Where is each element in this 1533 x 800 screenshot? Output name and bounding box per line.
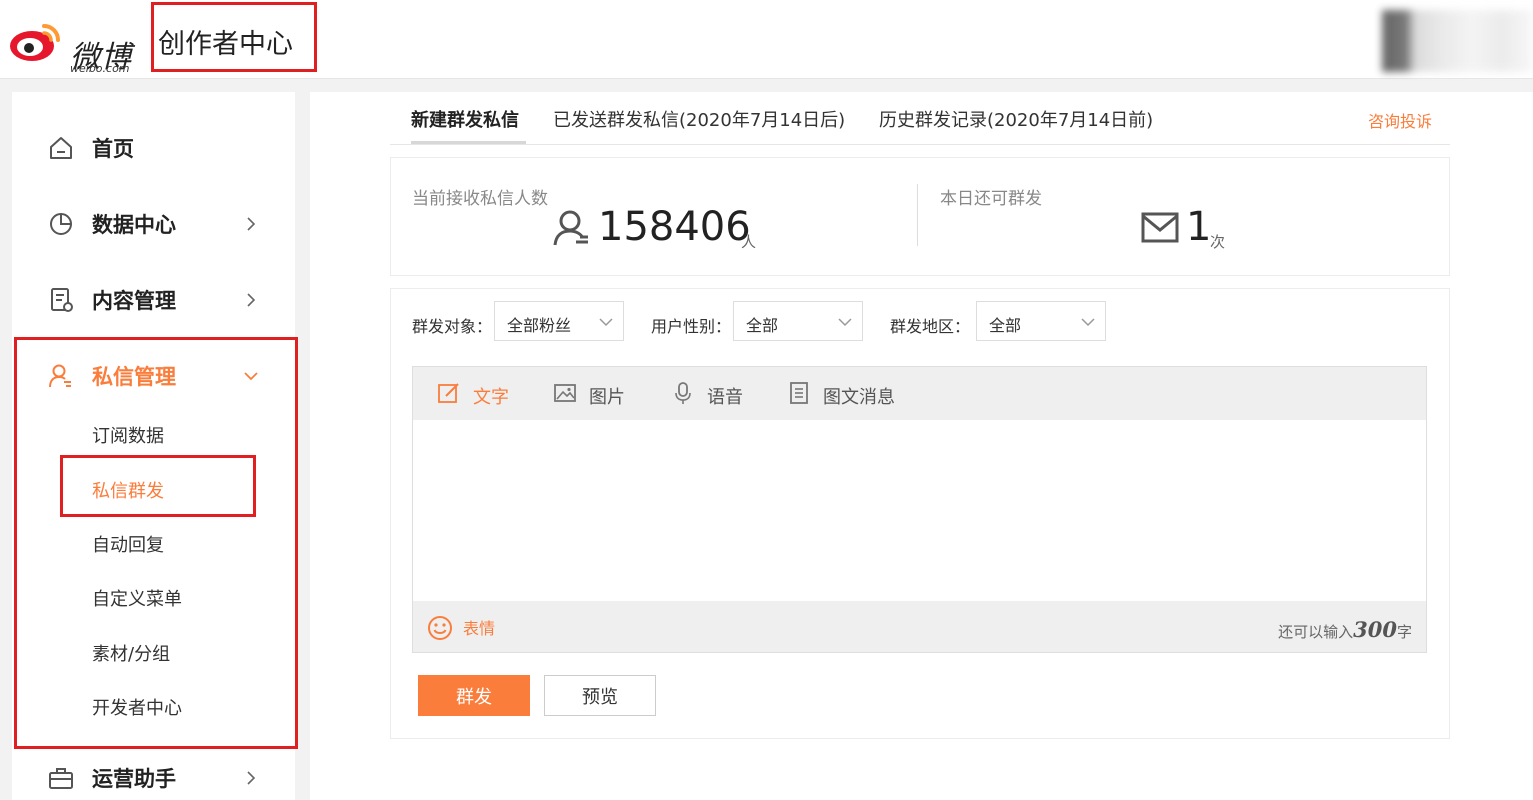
chevron-down-icon	[1081, 318, 1095, 327]
complain-link[interactable]: 咨询投诉	[1368, 108, 1432, 132]
chevron-right-icon	[247, 217, 256, 231]
weibo-logo[interactable]: 微博 weibo.com	[8, 14, 138, 75]
sidebar-item-label: 首页	[92, 137, 134, 161]
send-button[interactable]: 群发	[418, 675, 530, 716]
emoji-label: 表情	[463, 619, 496, 638]
article-icon	[790, 382, 808, 404]
stats-card	[390, 157, 1450, 276]
mail-icon	[1141, 212, 1179, 243]
message-editor: 文字 图片 语音 图文消息 表情 还可以输入300字	[412, 366, 1427, 653]
sidebar-item-operation-assistant[interactable]: 运营助手	[12, 756, 295, 800]
microphone-icon	[675, 382, 691, 404]
home-icon	[50, 137, 72, 159]
sidebar-subitem-custom-menu[interactable]: 自定义菜单	[92, 585, 182, 611]
region-select-value: 全部	[989, 316, 1022, 335]
active-tab-indicator	[411, 141, 526, 144]
tool-voice-label: 语音	[707, 387, 743, 408]
sidebar-subitem-mass-message[interactable]: 私信群发	[92, 477, 164, 503]
user-icon	[553, 210, 588, 246]
char-counter: 还可以输入300字	[1278, 617, 1412, 642]
sidebar-item-label: 内容管理	[92, 289, 176, 313]
receivers-label: 当前接收私信人数	[412, 189, 548, 209]
gender-select-value: 全部	[746, 316, 779, 335]
tab-bar: 新建群发私信 已发送群发私信(2020年7月14日后) 历史群发记录(2020年…	[390, 96, 1450, 145]
sidebar-subitem-auto-reply[interactable]: 自动回复	[92, 531, 164, 557]
tab-new-mass-message[interactable]: 新建群发私信	[411, 106, 519, 132]
sidebar-item-label: 运营助手	[92, 767, 176, 791]
remaining-label: 本日还可群发	[940, 189, 1042, 209]
stats-divider	[917, 184, 918, 246]
chevron-down-icon	[244, 372, 258, 381]
tab-history-records[interactable]: 历史群发记录(2020年7月14日前)	[879, 106, 1153, 132]
char-counter-prefix: 还可以输入	[1278, 623, 1354, 641]
chevron-right-icon	[247, 771, 256, 785]
char-counter-value: 300	[1353, 617, 1397, 642]
chevron-down-icon	[599, 318, 613, 327]
image-icon	[554, 384, 576, 402]
tool-article-label: 图文消息	[823, 387, 895, 408]
sidebar-item-label: 数据中心	[92, 213, 176, 237]
tool-image-label: 图片	[589, 387, 625, 408]
gender-select[interactable]: 全部	[733, 301, 863, 341]
sidebar-item-label: 私信管理	[92, 365, 176, 389]
editor-toolbar: 文字 图片 语音 图文消息	[413, 367, 1426, 420]
sidebar: 首页 数据中心 内容管理 私信管理 订阅数据 私信群发 自动回复 自定义菜单 素…	[12, 92, 295, 800]
briefcase-icon	[49, 768, 73, 789]
target-select[interactable]: 全部粉丝	[494, 301, 624, 341]
chevron-right-icon	[247, 293, 256, 307]
char-counter-suffix: 字	[1396, 623, 1412, 641]
avatar[interactable]	[1382, 10, 1532, 72]
remaining-unit: 次	[1210, 233, 1226, 251]
region-label: 群发地区：	[890, 317, 971, 336]
sidebar-item-home[interactable]: 首页	[12, 126, 295, 170]
sidebar-item-content[interactable]: 内容管理	[12, 278, 295, 322]
preview-button[interactable]: 预览	[544, 675, 656, 716]
chevron-down-icon	[838, 318, 852, 327]
document-icon	[51, 288, 73, 312]
message-textarea[interactable]	[413, 420, 1426, 601]
smiley-icon	[428, 616, 452, 640]
logo-subtext: weibo.com	[70, 62, 130, 75]
weibo-eye-icon	[10, 24, 60, 61]
region-select[interactable]: 全部	[976, 301, 1106, 341]
receivers-unit: 人	[741, 233, 757, 251]
pie-chart-icon	[50, 213, 72, 235]
top-header: 微博 weibo.com 创作者中心	[0, 0, 1533, 79]
target-label: 群发对象：	[412, 317, 493, 336]
gender-label: 用户性别：	[651, 317, 732, 336]
edit-icon	[438, 383, 459, 403]
sidebar-subitem-developer-center[interactable]: 开发者中心	[92, 694, 182, 720]
sidebar-subitem-subscription-data[interactable]: 订阅数据	[92, 422, 164, 448]
sidebar-item-messages[interactable]: 私信管理	[12, 354, 295, 398]
remaining-value: 1	[1186, 204, 1212, 250]
tab-sent-mass-messages[interactable]: 已发送群发私信(2020年7月14日后)	[553, 106, 845, 132]
editor-footer: 表情 还可以输入300字	[413, 601, 1426, 652]
tool-text-label: 文字	[473, 387, 509, 408]
target-select-value: 全部粉丝	[507, 316, 572, 335]
sidebar-item-data-center[interactable]: 数据中心	[12, 202, 295, 246]
user-message-icon	[49, 364, 71, 388]
receivers-value: 158406	[598, 204, 751, 250]
app-title: 创作者中心	[158, 29, 293, 60]
sidebar-subitem-material-group[interactable]: 素材/分组	[92, 640, 170, 666]
